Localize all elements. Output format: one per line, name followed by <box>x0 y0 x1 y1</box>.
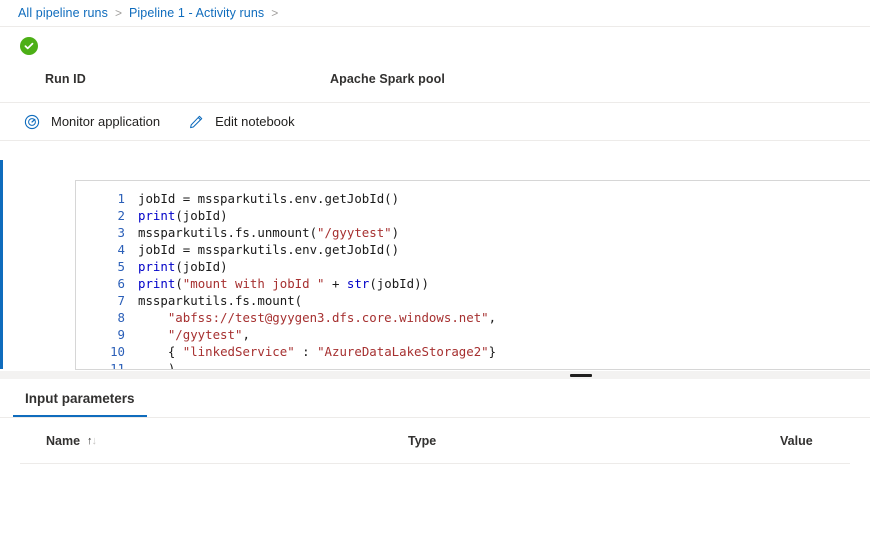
column-header-value-label: Value <box>780 434 813 448</box>
active-cell-indicator <box>0 160 3 369</box>
code-line: 8 "abfss://test@gyygen3.dfs.core.windows… <box>76 309 870 326</box>
sort-indicator-icon: ↑ ↓ <box>87 436 97 447</box>
sort-descending-icon: ↓ <box>92 436 98 447</box>
success-check-icon <box>20 37 38 55</box>
code-text: "abfss://test@gyygen3.dfs.core.windows.n… <box>138 309 496 326</box>
command-bar: Monitor application Edit notebook <box>0 103 870 141</box>
input-parameters-table: Name ↑ ↓ Type Value <box>0 418 870 538</box>
code-text: "/gyytest", <box>138 326 250 343</box>
line-number: 1 <box>76 190 138 207</box>
resize-grip-icon <box>570 374 592 377</box>
column-header-value[interactable]: Value <box>780 434 813 448</box>
code-line: 5print(jobId) <box>76 258 870 275</box>
details-tabstrip: Input parameters <box>0 379 870 418</box>
code-line: 11 ) <box>76 360 870 370</box>
line-number: 5 <box>76 258 138 275</box>
line-number: 4 <box>76 241 138 258</box>
monitor-application-label: Monitor application <box>51 114 160 129</box>
code-text: ) <box>138 360 175 370</box>
code-line: 2print(jobId) <box>76 207 870 224</box>
breadcrumb-item-pipeline-activity-runs[interactable]: Pipeline 1 - Activity runs <box>129 6 264 20</box>
code-text: print(jobId) <box>138 258 228 275</box>
code-text: jobId = mssparkutils.env.getJobId() <box>138 241 399 258</box>
code-line: 1jobId = mssparkutils.env.getJobId() <box>76 190 870 207</box>
code-line: 10 { "linkedService" : "AzureDataLakeSto… <box>76 343 870 360</box>
activity-run-details-page: All pipeline runs > Pipeline 1 - Activit… <box>0 0 870 538</box>
line-number: 2 <box>76 207 138 224</box>
line-number: 7 <box>76 292 138 309</box>
monitor-application-button[interactable]: Monitor application <box>20 107 170 137</box>
edit-notebook-button[interactable]: Edit notebook <box>184 107 305 137</box>
code-text: jobId = mssparkutils.env.getJobId() <box>138 190 399 207</box>
code-text: print("mount with jobId " + str(jobId)) <box>138 275 429 292</box>
code-cell[interactable]: 1jobId = mssparkutils.env.getJobId()2pri… <box>75 180 870 370</box>
line-number: 3 <box>76 224 138 241</box>
code-lines-container: 1jobId = mssparkutils.env.getJobId()2pri… <box>76 181 870 370</box>
monitor-gauge-icon <box>22 112 42 132</box>
table-body <box>0 464 870 534</box>
line-number: 11 <box>76 360 138 370</box>
apache-spark-pool-label: Apache Spark pool <box>330 72 445 86</box>
code-line: 7mssparkutils.fs.mount( <box>76 292 870 309</box>
horizontal-resize-handle[interactable] <box>0 370 870 379</box>
line-number: 6 <box>76 275 138 292</box>
breadcrumb: All pipeline runs > Pipeline 1 - Activit… <box>0 0 870 27</box>
code-text: { "linkedService" : "AzureDataLakeStorag… <box>138 343 496 360</box>
breadcrumb-separator-icon: > <box>115 6 122 20</box>
table-header-row: Name ↑ ↓ Type Value <box>20 418 850 464</box>
run-summary-header: Run ID Apache Spark pool <box>0 27 870 103</box>
breadcrumb-item-all-pipeline-runs[interactable]: All pipeline runs <box>18 6 108 20</box>
line-number: 8 <box>76 309 138 326</box>
tab-input-parameters[interactable]: Input parameters <box>13 379 147 417</box>
code-text: print(jobId) <box>138 207 228 224</box>
pencil-edit-icon <box>186 112 206 132</box>
code-line: 9 "/gyytest", <box>76 326 870 343</box>
code-line: 4jobId = mssparkutils.env.getJobId() <box>76 241 870 258</box>
run-id-label: Run ID <box>45 72 86 86</box>
column-header-type[interactable]: Type <box>408 434 436 448</box>
column-header-name[interactable]: Name ↑ ↓ <box>46 434 97 448</box>
line-number: 9 <box>76 326 138 343</box>
code-line: 3mssparkutils.fs.unmount("/gyytest") <box>76 224 870 241</box>
line-number: 10 <box>76 343 138 360</box>
notebook-preview-pane: 1jobId = mssparkutils.env.getJobId()2pri… <box>0 141 870 370</box>
tab-input-parameters-label: Input parameters <box>25 391 135 406</box>
code-text: mssparkutils.fs.mount( <box>138 292 302 309</box>
code-text: mssparkutils.fs.unmount("/gyytest") <box>138 224 399 241</box>
column-header-type-label: Type <box>408 434 436 448</box>
column-header-name-label: Name <box>46 434 80 448</box>
breadcrumb-separator-icon: > <box>271 6 278 20</box>
edit-notebook-label: Edit notebook <box>215 114 295 129</box>
code-line: 6print("mount with jobId " + str(jobId)) <box>76 275 870 292</box>
